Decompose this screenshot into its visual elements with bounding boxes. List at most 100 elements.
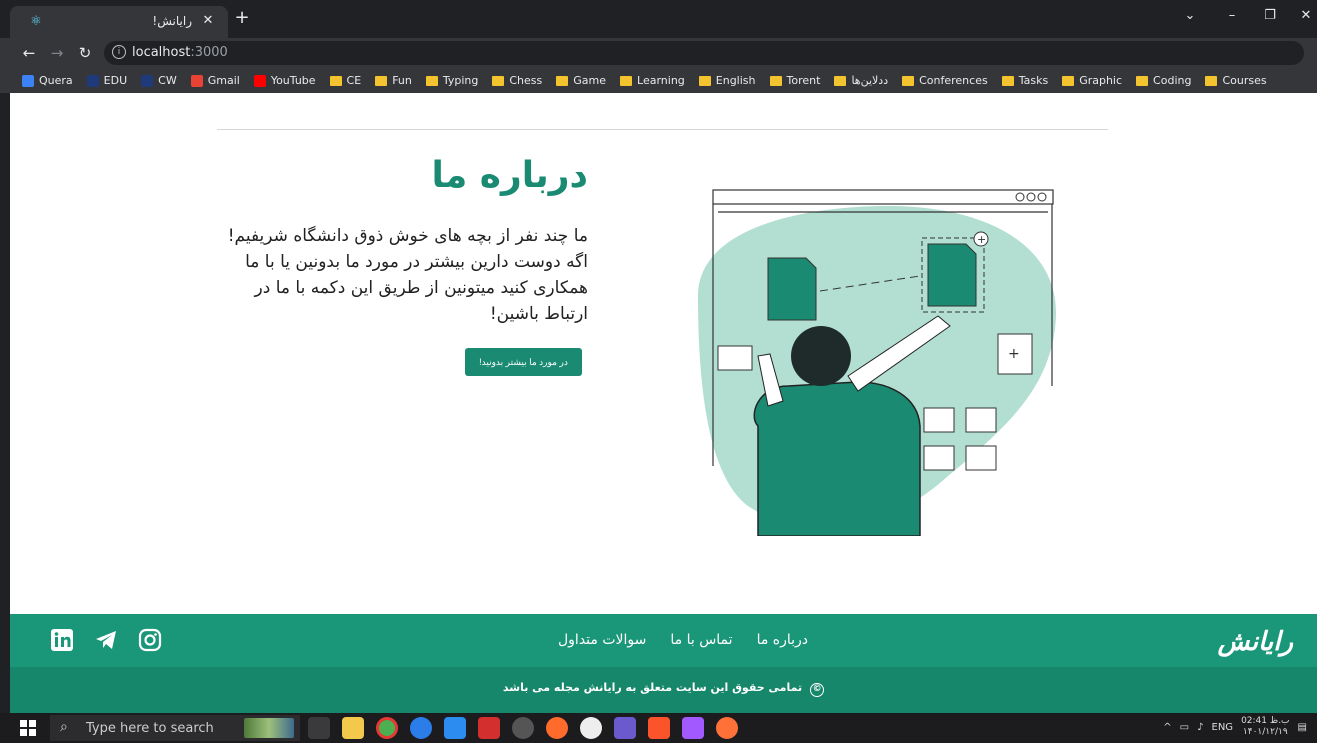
bookmark-16[interactable]: Graphic [1062,74,1122,87]
bookmark-label: Tasks [1018,74,1049,87]
site-favicon-icon [253,74,266,87]
tray-overflow-icon[interactable]: ^ [1163,722,1171,733]
back-button[interactable]: ← [18,42,40,64]
close-tab-icon[interactable]: ✕ [200,13,216,28]
learn-more-button[interactable]: در مورد ما بیشتر بدونید! [465,348,582,376]
notifications-icon[interactable]: ▤ [1298,722,1307,733]
bookmarks-bar: Quera EDU CW Gmail YouTube CE Fun Typing Chess Ga… [0,68,1317,93]
folder-icon [698,75,711,86]
tab-strip: ⚛ رایانش! ✕ + ⌄ – ❐ ✕ [0,0,1317,38]
pdf-reader-icon[interactable] [478,717,500,739]
network-icon[interactable]: ▭ [1180,722,1189,733]
bookmark-3[interactable]: Gmail [190,74,240,87]
site-info-icon[interactable]: i [112,45,126,59]
bookmark-17[interactable]: Coding [1136,74,1191,87]
team-illustration: + + [698,189,1057,536]
instagram-icon[interactable] [138,628,162,652]
bookmark-label: Courses [1222,74,1267,87]
footer-link-about[interactable]: درباره ما [757,632,808,648]
footer-logo[interactable]: رایانش [1218,627,1293,657]
bookmark-4[interactable]: YouTube [253,74,316,87]
github-icon[interactable] [512,717,534,739]
reload-button[interactable]: ↻ [74,42,96,64]
clock[interactable]: 02:41 ب.ظ ۱۴۰۱/۱۲/۱۹ [1241,716,1289,738]
figma-icon[interactable] [682,717,704,739]
new-tab-button[interactable]: + [232,8,252,28]
postman-icon[interactable] [546,717,568,739]
app-icon[interactable] [410,717,432,739]
close-window-button[interactable]: ✕ [1296,8,1316,23]
telegram-icon[interactable] [94,628,118,652]
folder-icon [902,75,915,86]
volume-icon[interactable]: ♪ [1197,722,1203,733]
site-favicon-icon [141,74,154,87]
bookmark-11[interactable]: English [698,74,756,87]
search-icon: ⌕ [60,719,68,735]
bookmark-label: Game [573,74,607,87]
maximize-button[interactable]: ❐ [1260,8,1280,23]
search-highlight-image [244,718,294,738]
bookmark-label: English [715,74,756,87]
site-favicon-icon [190,74,203,87]
browser-tab[interactable]: ⚛ رایانش! ✕ [10,6,228,38]
bookmark-14[interactable]: Conferences [902,74,988,87]
folder-icon [1062,75,1075,86]
bookmark-0[interactable]: Quera [22,74,73,87]
address-bar[interactable]: i localhost:3000 [104,41,1304,65]
bookmark-6[interactable]: Fun [375,74,412,87]
folder-icon [492,75,505,86]
bookmark-10[interactable]: Learning [620,74,685,87]
footer-link-faq[interactable]: سوالات متداول [558,632,646,648]
chrome-icon[interactable] [376,717,398,739]
bookmark-label: EDU [103,74,128,87]
divider [217,129,1108,130]
bookmark-label: Gmail [207,74,240,87]
bookmark-9[interactable]: Game [556,74,606,87]
vscode-icon[interactable] [444,717,466,739]
windows-start-icon[interactable] [20,720,36,736]
folder-icon [1001,75,1014,86]
bookmark-8[interactable]: Chess [492,74,542,87]
task-view-icon[interactable] [308,717,330,739]
bookmark-2[interactable]: CW [141,74,177,87]
footer-link-contact[interactable]: تماس با ما [670,632,732,648]
bookmark-label: Fun [392,74,412,87]
bookmark-18[interactable]: Courses [1205,74,1267,87]
taskbar-search[interactable]: ⌕ Type here to search [50,715,300,741]
file-explorer-icon[interactable] [342,717,364,739]
bookmark-1[interactable]: EDU [86,74,128,87]
footer-bottom: © تمامی حقوق این سایت متعلق به رایانش مجل… [10,667,1317,713]
taskbar-apps [308,717,738,739]
language-indicator[interactable]: ENG [1212,722,1234,733]
clock-date: ۱۴۰۱/۱۲/۱۹ [1242,727,1288,737]
bookmark-label: YouTube [270,74,316,87]
app-icon-2[interactable] [580,717,602,739]
app-icon-3[interactable] [614,717,636,739]
footer-top: رایانش درباره ما تماس با ما سوالات متداو… [10,614,1317,667]
bookmark-label: Learning [637,74,685,87]
bookmark-label: Quera [39,74,73,87]
folder-icon [1136,75,1149,86]
folder-icon [329,75,342,86]
minimize-button[interactable]: – [1222,8,1242,23]
site-favicon-icon [86,74,99,87]
footer-links: درباره ما تماس با ما سوالات متداول [558,632,808,648]
folder-icon [1205,75,1218,86]
firefox-icon[interactable] [716,717,738,739]
site-favicon-icon [22,74,34,87]
bookmark-label: CE [346,74,362,87]
bookmark-15[interactable]: Tasks [1001,74,1049,87]
bookmark-7[interactable]: Typing [425,74,478,87]
bookmark-label: Chess [509,74,543,87]
browser-window: ⚛ رایانش! ✕ + ⌄ – ❐ ✕ ← → ↻ i localhost:… [0,0,1317,743]
bookmark-13[interactable]: ددلاین‌ها [834,74,888,87]
bookmark-label: Conferences [919,74,988,87]
bookmark-5[interactable]: CE [329,74,362,87]
tab-search-icon[interactable]: ⌄ [1180,8,1200,23]
linkedin-icon[interactable] [50,628,74,652]
forward-button[interactable]: → [46,42,68,64]
brave-icon[interactable] [648,717,670,739]
bookmark-12[interactable]: Torent [769,74,820,87]
folder-icon [620,75,633,86]
browser-toolbar: ← → ↻ i localhost:3000 [0,38,1317,68]
